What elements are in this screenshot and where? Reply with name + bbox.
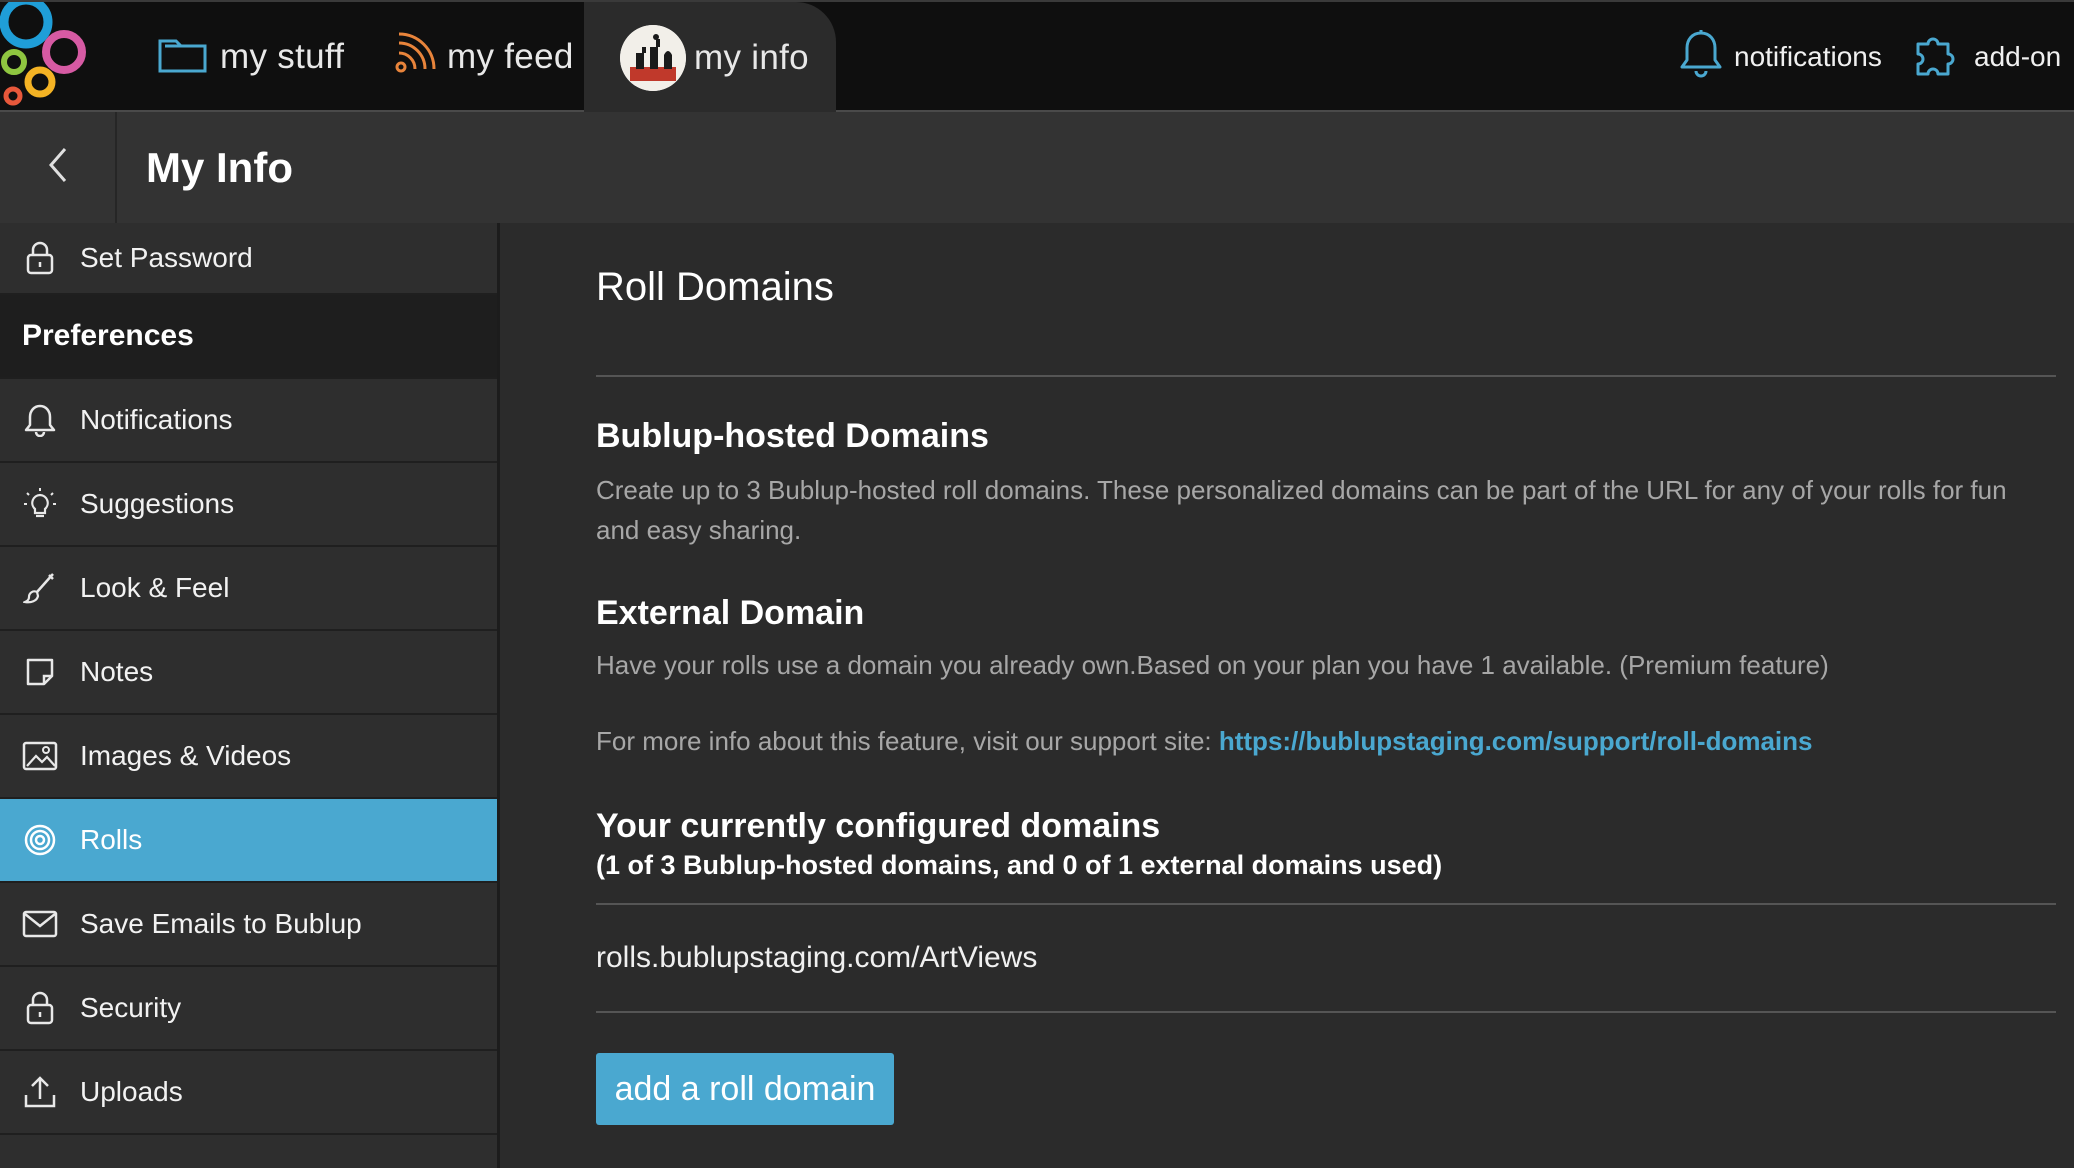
upload-icon bbox=[22, 1074, 58, 1110]
top-navigation-bar: my stuff my feed my info notifications a… bbox=[0, 0, 2074, 114]
sidebar-item-label: Rolls bbox=[80, 824, 143, 855]
add-on-label: add-on bbox=[1974, 41, 2062, 72]
sidebar-item-label: Save Emails to Bublup bbox=[80, 908, 362, 939]
hosted-domains-description: Create up to 3 Bublup-hosted roll domain… bbox=[596, 475, 2007, 545]
domains-usage-note: (1 of 3 Bublup-hosted domains, and 0 of … bbox=[596, 850, 1443, 880]
support-link[interactable]: https://bublupstaging.com/support/roll-d… bbox=[1219, 726, 1813, 756]
domain-row[interactable]: rolls.bublupstaging.com/ArtViews bbox=[596, 903, 2056, 1013]
configured-domains-heading: Your currently configured domains bbox=[596, 807, 1161, 845]
tab-my-stuff-label: my stuff bbox=[220, 37, 345, 76]
sidebar-item-look-and-feel[interactable]: Look & Feel bbox=[0, 547, 497, 631]
avatar bbox=[620, 25, 686, 91]
bell-icon bbox=[22, 402, 58, 438]
notifications-label: notifications bbox=[1734, 41, 1882, 72]
support-prefix: For more info about this feature, visit … bbox=[596, 726, 1219, 756]
partial-icon bbox=[22, 1158, 58, 1168]
sidebar-heading-preferences: Preferences bbox=[0, 295, 497, 379]
section-title: Roll Domains bbox=[596, 265, 2056, 377]
add-on-button[interactable]: add-on bbox=[1912, 2, 2061, 112]
add-roll-domain-button[interactable]: add a roll domain bbox=[596, 1053, 894, 1125]
sidebar-item-notes[interactable]: Notes bbox=[0, 631, 497, 715]
main-content: Roll Domains Bublup-hosted Domains Creat… bbox=[500, 223, 2074, 1168]
sidebar-item-label: Notes bbox=[80, 656, 154, 687]
external-domain-description: Have your rolls use a domain you already… bbox=[596, 650, 1829, 680]
domain-url: rolls.bublupstaging.com/ArtViews bbox=[596, 941, 1038, 974]
hosted-domains-heading: Bublup-hosted Domains bbox=[596, 417, 989, 455]
external-domain-heading: External Domain bbox=[596, 594, 865, 632]
sidebar-item-set-password[interactable]: Set Password bbox=[0, 223, 497, 295]
sidebar-item-partial[interactable] bbox=[0, 1135, 497, 1168]
sidebar-item-save-emails[interactable]: Save Emails to Bublup bbox=[0, 883, 497, 967]
tab-my-stuff[interactable]: my stuff bbox=[156, 2, 344, 112]
puzzle-icon bbox=[1912, 28, 1974, 87]
folder-icon bbox=[156, 31, 220, 84]
sidebar-item-label: Set Password bbox=[80, 242, 253, 273]
back-button[interactable] bbox=[0, 112, 117, 223]
lock-icon bbox=[22, 990, 58, 1026]
notifications-button[interactable]: notifications bbox=[1678, 2, 1882, 112]
sidebar-item-label: Suggestions bbox=[80, 488, 235, 519]
sidebar-item-label: Security bbox=[80, 992, 182, 1023]
sidebar-item-rolls[interactable]: Rolls bbox=[0, 799, 497, 883]
tab-my-feed[interactable]: my feed bbox=[393, 2, 574, 112]
bell-icon bbox=[1678, 28, 1734, 87]
chevron-left-icon bbox=[46, 145, 70, 190]
bublup-logo[interactable] bbox=[0, 0, 96, 110]
rss-icon bbox=[393, 31, 447, 84]
sidebar-item-label: Uploads bbox=[80, 1076, 183, 1107]
image-icon bbox=[22, 738, 58, 774]
sidebar-item-images-and-videos[interactable]: Images & Videos bbox=[0, 715, 497, 799]
sidebar-item-notifications[interactable]: Notifications bbox=[0, 379, 497, 463]
lightbulb-icon bbox=[22, 486, 58, 522]
sidebar-item-security[interactable]: Security bbox=[0, 967, 497, 1051]
tab-my-feed-label: my feed bbox=[447, 37, 574, 76]
support-info: For more info about this feature, visit … bbox=[596, 721, 2056, 761]
roll-domains-panel: Roll Domains Bublup-hosted Domains Creat… bbox=[596, 223, 2056, 1125]
spiral-icon bbox=[22, 822, 58, 858]
sidebar-item-label: Notifications bbox=[80, 404, 233, 435]
tab-my-info-label: my info bbox=[694, 38, 809, 77]
sidebar-item-uploads[interactable]: Uploads bbox=[0, 1051, 497, 1135]
page-header: My Info bbox=[0, 112, 2074, 223]
note-icon bbox=[22, 654, 58, 690]
brush-icon bbox=[22, 570, 58, 606]
lock-icon bbox=[22, 240, 58, 276]
settings-sidebar: Set Password Preferences Notifications S… bbox=[0, 223, 500, 1168]
tab-my-info[interactable]: my info bbox=[584, 2, 836, 114]
sidebar-item-suggestions[interactable]: Suggestions bbox=[0, 463, 497, 547]
envelope-icon bbox=[22, 906, 58, 942]
sidebar-item-label: Look & Feel bbox=[80, 572, 230, 603]
sidebar-item-label: Images & Videos bbox=[80, 740, 292, 771]
section-title-text: Roll Domains bbox=[596, 265, 834, 309]
page-title: My Info bbox=[146, 143, 293, 191]
